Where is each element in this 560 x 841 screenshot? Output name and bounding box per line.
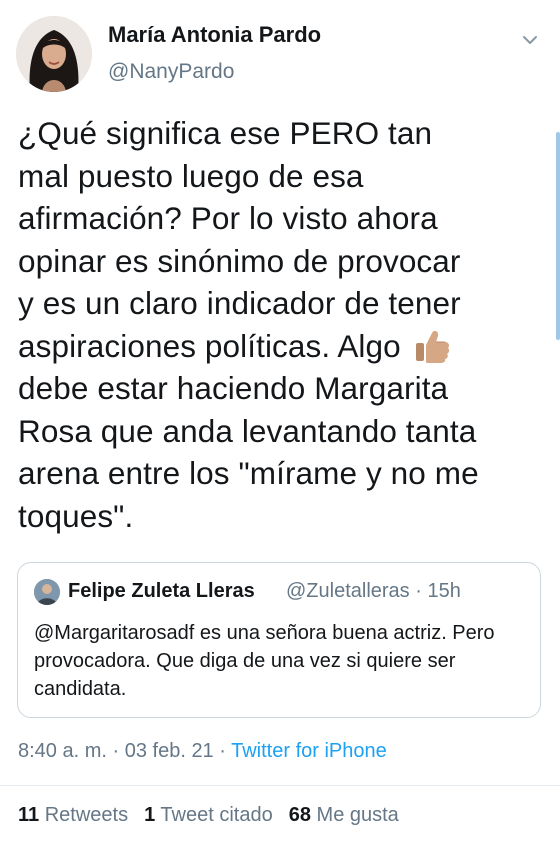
meta-separator: · — [213, 740, 232, 762]
likes-label: Me gusta — [316, 804, 399, 826]
profile-photo-icon — [34, 579, 60, 605]
quotes-label: Tweet citado — [160, 804, 273, 826]
meta-separator: · — [106, 740, 125, 762]
tweet-text-part1: ¿Qué significa ese PERO tan mal puesto l… — [18, 115, 461, 364]
retweets-stat[interactable]: 11 Retweets — [18, 804, 128, 826]
retweets-count: 11 — [18, 804, 40, 826]
tweet-meta: 8:40 a. m. · 03 feb. 21 · Twitter for iP… — [18, 740, 387, 763]
scrollbar[interactable] — [556, 132, 560, 340]
author-avatar[interactable] — [16, 16, 92, 92]
tweet-header: María Antonia Pardo @NanyPardo — [16, 16, 544, 96]
quoted-author-avatar — [34, 579, 60, 605]
divider — [0, 785, 560, 786]
quotes-stat[interactable]: 1 Tweet citado — [144, 804, 273, 826]
profile-photo-icon — [16, 16, 92, 92]
quoted-tweet-text: @Margaritarosadf es una señora buena act… — [34, 622, 495, 700]
tweet-source-link[interactable]: Twitter for iPhone — [231, 740, 387, 762]
quoted-author-handle-time: @Zuletalleras · 15h — [286, 580, 461, 602]
tweet-time: 8:40 a. m. — [18, 740, 107, 762]
author-name[interactable]: María Antonia Pardo — [108, 22, 321, 48]
quotes-count: 1 — [144, 804, 156, 826]
tweet-stats: 11 Retweets 1 Tweet citado 68 Me gusta — [18, 804, 399, 827]
thumbs-up-icon — [415, 330, 449, 363]
tweet-date: 03 feb. 21 — [124, 740, 214, 762]
likes-count: 68 — [288, 804, 311, 826]
tweet-text: ¿Qué significa ese PERO tan mal puesto l… — [18, 112, 540, 537]
likes-stat[interactable]: 68 Me gusta — [289, 804, 399, 826]
tweet-text-part2: debe estar haciendo Margarita Rosa que a… — [18, 370, 479, 534]
quoted-tweet[interactable]: Felipe Zuleta Lleras @Zuletalleras · 15h… — [17, 562, 541, 718]
retweets-label: Retweets — [44, 804, 129, 826]
author-handle[interactable]: @NanyPardo — [108, 60, 234, 84]
quoted-author-name: Felipe Zuleta Lleras — [68, 580, 255, 602]
chevron-down-icon[interactable] — [520, 30, 540, 50]
